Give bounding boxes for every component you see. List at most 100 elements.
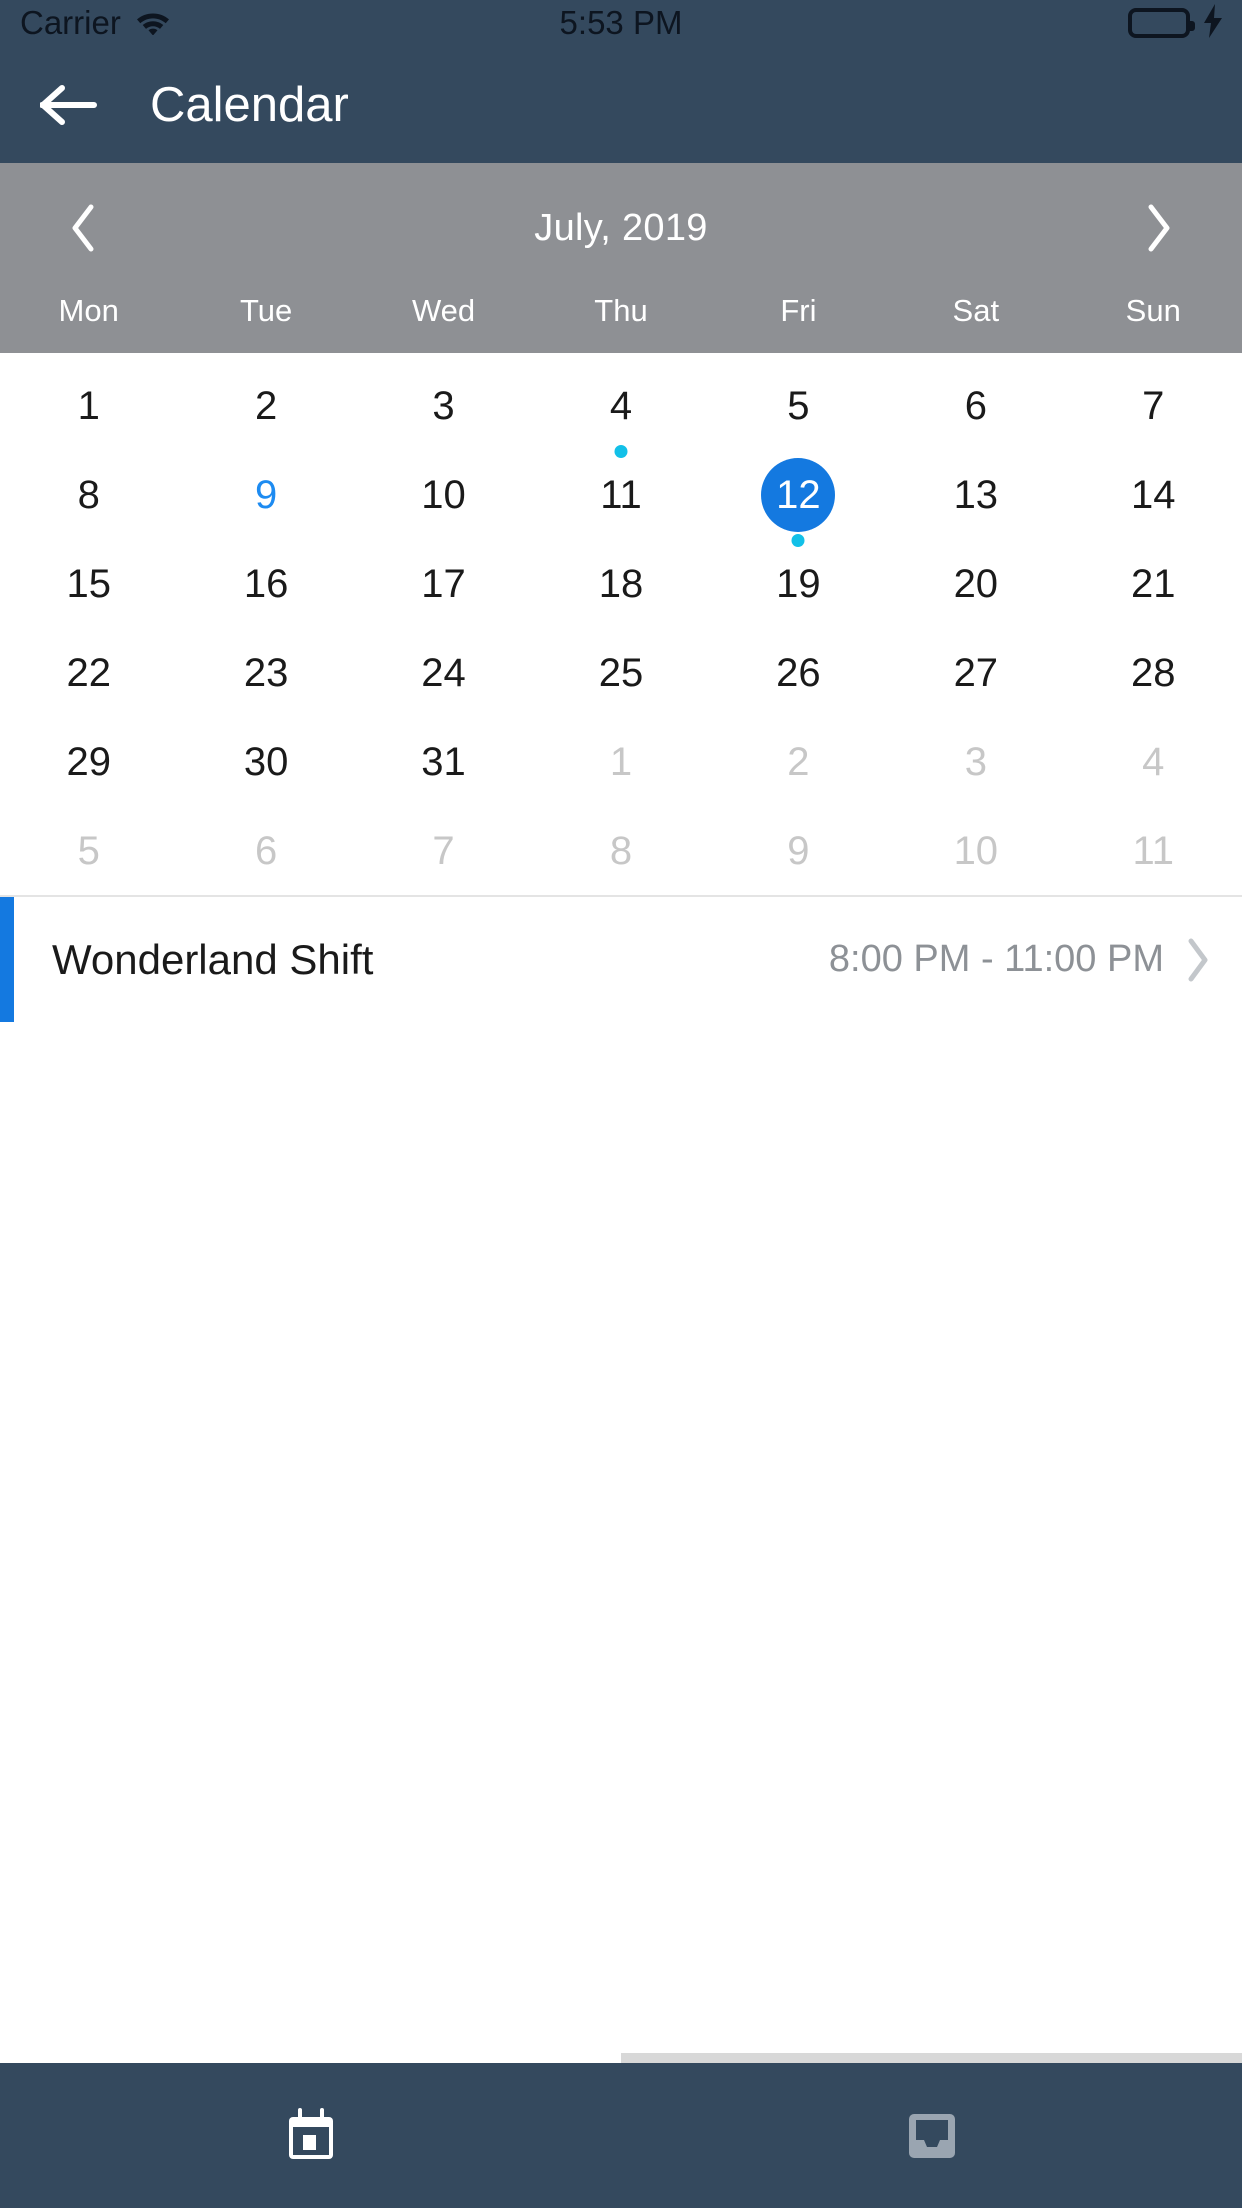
wifi-icon — [135, 7, 171, 40]
calendar-day-cell[interactable]: 7 — [355, 806, 532, 895]
carrier-label: Carrier — [20, 4, 121, 41]
calendar-day-cell[interactable]: 2 — [177, 361, 354, 450]
calendar-day-cell[interactable]: 27 — [887, 628, 1064, 717]
weekday-header-row: Mon Tue Wed Thu Fri Sat Sun — [0, 293, 1242, 353]
calendar-day-cell[interactable]: 6 — [177, 806, 354, 895]
calendar-week-row: 22 23 24 25 26 27 28 — [0, 628, 1242, 717]
day-number: 25 — [598, 650, 644, 695]
day-number: 16 — [243, 561, 289, 606]
calendar-day-cell[interactable]: 16 — [177, 539, 354, 628]
calendar-week-row: 8 9 10 11 12 13 14 — [0, 450, 1242, 547]
day-number: 1 — [77, 383, 100, 428]
scroll-indicator[interactable] — [0, 2053, 1242, 2063]
weekday-label-fri: Fri — [780, 293, 817, 328]
day-number: 23 — [243, 650, 289, 695]
calendar-day-cell[interactable]: 9 — [710, 806, 887, 895]
calendar-day-cell[interactable]: 4 — [532, 361, 709, 458]
day-number: 10 — [421, 472, 466, 517]
calendar-day-cell[interactable]: 4 — [1065, 717, 1242, 806]
calendar-day-cell[interactable]: 15 — [0, 539, 177, 628]
calendar-day-cell[interactable]: 14 — [1065, 450, 1242, 539]
event-list-item[interactable]: Wonderland Shift 8:00 PM - 11:00 PM — [0, 897, 1242, 1023]
day-number: 8 — [609, 828, 633, 873]
calendar-week-row: 15 16 17 18 19 20 21 — [0, 539, 1242, 628]
calendar-day-cell[interactable]: 1 — [0, 361, 177, 450]
calendar-day-cell[interactable]: 5 — [710, 361, 887, 450]
calendar-day-cell[interactable]: 5 — [0, 806, 177, 895]
calendar-day-cell[interactable]: 26 — [710, 628, 887, 717]
calendar-day-cell[interactable]: 6 — [887, 361, 1064, 450]
calendar-day-cell[interactable]: 10 — [355, 450, 532, 539]
day-number: 4 — [1142, 739, 1165, 784]
calendar-day-cell[interactable]: 8 — [532, 806, 709, 895]
status-bar-right — [1128, 3, 1224, 43]
calendar-day-cell[interactable]: 11 — [532, 450, 709, 539]
page-title: Calendar — [150, 77, 349, 132]
calendar-day-cell[interactable]: 22 — [0, 628, 177, 717]
day-number: 29 — [66, 739, 111, 784]
calendar-day-cell[interactable]: 7 — [1065, 361, 1242, 450]
calendar-day-cell[interactable]: 19 — [710, 539, 887, 628]
day-number: 1 — [609, 739, 633, 784]
day-number: 24 — [421, 650, 466, 695]
previous-month-button[interactable] — [48, 193, 118, 263]
tab-calendar[interactable] — [0, 2063, 621, 2208]
calendar-day-cell[interactable]: 3 — [355, 361, 532, 450]
chevron-right-icon — [1148, 204, 1170, 252]
day-number: 14 — [1130, 472, 1176, 517]
calendar-week-row: 5 6 7 8 9 10 11 — [0, 806, 1242, 895]
day-number: 11 — [1132, 828, 1174, 873]
day-number: 10 — [953, 828, 999, 873]
day-number: 2 — [787, 739, 810, 784]
calendar-day-cell[interactable]: 11 — [1065, 806, 1242, 895]
events-list: Wonderland Shift 8:00 PM - 11:00 PM — [0, 895, 1242, 2053]
calendar-day-cell[interactable]: 10 — [887, 806, 1064, 895]
calendar-day-cell[interactable]: 20 — [887, 539, 1064, 628]
calendar-day-cell[interactable]: 23 — [177, 628, 354, 717]
calendar-day-cell[interactable]: 1 — [532, 717, 709, 806]
day-number: 9 — [255, 472, 278, 517]
calendar-day-cell[interactable]: 25 — [532, 628, 709, 717]
calendar-day-cell[interactable]: 12 — [710, 450, 887, 547]
tab-inbox[interactable] — [621, 2063, 1242, 2208]
calendar-day-cell[interactable]: 21 — [1065, 539, 1242, 628]
day-number: 13 — [953, 472, 999, 517]
day-number: 19 — [776, 561, 821, 606]
calendar-day-cell[interactable]: 28 — [1065, 628, 1242, 717]
day-number: 12 — [761, 457, 836, 532]
day-number: 26 — [776, 650, 821, 695]
calendar-day-cell[interactable]: 2 — [710, 717, 887, 806]
chevron-right-icon — [1188, 938, 1208, 981]
day-number: 18 — [598, 561, 644, 606]
weekday-label-thu: Thu — [594, 293, 648, 328]
calendar-day-cell[interactable]: 24 — [355, 628, 532, 717]
calendar-day-cell[interactable]: 17 — [355, 539, 532, 628]
day-number: 6 — [255, 828, 278, 873]
scroll-thumb[interactable] — [0, 2053, 621, 2063]
weekday-label-sun: Sun — [1125, 293, 1181, 328]
calendar-day-cell[interactable]: 3 — [887, 717, 1064, 806]
calendar-day-cell[interactable]: 8 — [0, 450, 177, 539]
status-bar: Carrier 5:53 PM — [0, 0, 1242, 46]
back-button[interactable] — [38, 74, 100, 136]
day-number: 28 — [1130, 650, 1176, 695]
event-time-range: 8:00 PM - 11:00 PM — [828, 938, 1164, 980]
day-number: 5 — [77, 828, 100, 873]
calendar-day-cell[interactable]: 30 — [177, 717, 354, 806]
calendar-day-cell[interactable]: 13 — [887, 450, 1064, 539]
next-month-button[interactable] — [1124, 193, 1194, 263]
day-number: 7 — [432, 828, 455, 873]
status-bar-clock: 5:53 PM — [559, 4, 683, 41]
event-disclosure-button[interactable] — [1186, 938, 1210, 982]
navigation-bar: Calendar — [0, 46, 1242, 163]
current-month-label: July, 2019 — [534, 206, 708, 249]
calendar-day-cell[interactable]: 9 — [177, 450, 354, 539]
calendar-day-cell[interactable]: 18 — [532, 539, 709, 628]
day-number: 2 — [255, 383, 278, 428]
calendar-icon — [288, 2107, 333, 2159]
day-number: 15 — [66, 561, 111, 606]
calendar-day-cell[interactable]: 31 — [355, 717, 532, 806]
day-number: 22 — [66, 650, 111, 695]
day-number: 30 — [243, 739, 289, 784]
calendar-day-cell[interactable]: 29 — [0, 717, 177, 806]
